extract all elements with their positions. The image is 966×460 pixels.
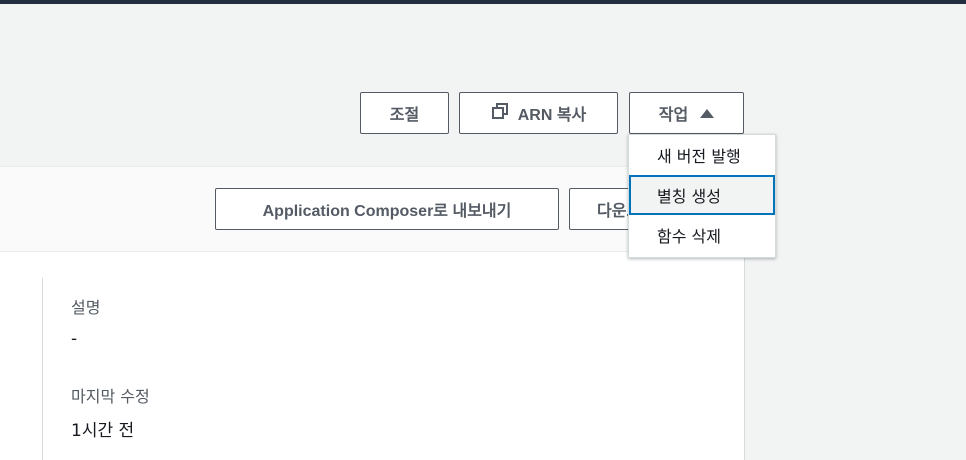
copy-arn-button[interactable]: ARN 복사: [459, 92, 618, 134]
menu-item-label: 함수 삭제: [657, 227, 721, 246]
adjust-button[interactable]: 조절: [360, 92, 449, 134]
actions-dropdown-menu: 새 버전 발행 별칭 생성 함수 삭제: [628, 134, 776, 258]
description-label: 설명: [71, 298, 101, 317]
last-modified-value: 1시간 전: [71, 421, 135, 441]
menu-item-delete-function[interactable]: 함수 삭제: [629, 215, 775, 255]
copy-arn-label: ARN 복사: [517, 107, 587, 124]
menu-item-publish-version[interactable]: 새 버전 발행: [629, 135, 775, 175]
menu-item-create-alias[interactable]: 별칭 생성: [629, 175, 775, 215]
caret-up-icon: [700, 108, 715, 118]
export-label: Application Composer로 내보내기: [262, 203, 512, 220]
last-modified-label: 마지막 수정: [71, 387, 150, 406]
copy-icon: [491, 102, 518, 125]
menu-item-label: 새 버전 발행: [657, 147, 741, 166]
adjust-button-label: 조절: [389, 107, 420, 124]
export-application-composer-button[interactable]: Application Composer로 내보내기: [215, 188, 559, 230]
menu-item-label: 별칭 생성: [657, 187, 721, 206]
section-divider: [42, 278, 43, 460]
top-navigation-bar: [0, 0, 966, 4]
actions-dropdown-button[interactable]: 작업: [629, 92, 744, 134]
description-value: -: [71, 329, 78, 349]
actions-label: 작업: [658, 107, 689, 124]
